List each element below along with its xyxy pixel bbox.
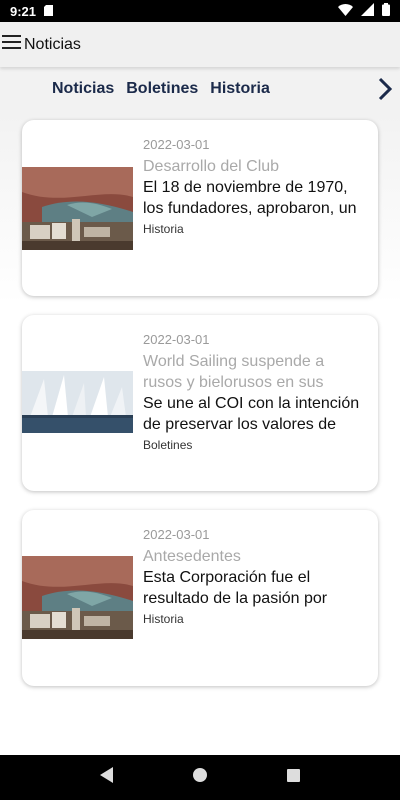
tab-noticias[interactable]: Noticias bbox=[52, 80, 114, 98]
news-title: Antesedentes bbox=[143, 548, 241, 565]
news-excerpt: resultado de la pasión por bbox=[143, 590, 328, 607]
news-list: 2022-03-01 Desarrollo del Club El 18 de … bbox=[0, 111, 400, 755]
tab-bar: Noticias Boletines Historia bbox=[0, 67, 400, 111]
news-category: Historia bbox=[143, 612, 184, 626]
news-excerpt: los fundadores, aprobaron, un bbox=[143, 200, 357, 217]
news-title: rusos y bielorusos en sus bbox=[143, 374, 324, 391]
news-card[interactable]: 2022-03-01 Antesedentes Esta Corporación… bbox=[22, 510, 378, 686]
news-excerpt: El 18 de noviembre de 1970, bbox=[143, 179, 348, 196]
tab-historia[interactable]: Historia bbox=[210, 80, 270, 98]
status-time: 9:21 bbox=[10, 3, 37, 19]
chevron-right-icon[interactable] bbox=[376, 76, 394, 107]
news-thumbnail bbox=[22, 167, 133, 250]
app-bar: Noticias bbox=[0, 22, 400, 67]
news-category: Historia bbox=[143, 222, 184, 236]
news-card-text: 2022-03-01 World Sailing suspende a ruso… bbox=[143, 331, 364, 454]
news-date: 2022-03-01 bbox=[143, 137, 210, 152]
news-date: 2022-03-01 bbox=[143, 332, 210, 347]
news-title: World Sailing suspende a bbox=[143, 353, 325, 370]
news-thumbnail bbox=[22, 371, 133, 433]
news-excerpt: Se une al COI con la intención bbox=[143, 395, 360, 412]
news-excerpt: de preservar los valores de bbox=[143, 416, 336, 433]
news-title: Desarrollo del Club bbox=[143, 158, 280, 175]
recents-icon[interactable] bbox=[287, 768, 301, 787]
status-bar: 9:21 bbox=[0, 0, 400, 22]
page-title: Noticias bbox=[24, 35, 81, 53]
news-date: 2022-03-01 bbox=[143, 527, 210, 542]
news-card-text: 2022-03-01 Antesedentes Esta Corporación… bbox=[143, 526, 364, 628]
news-excerpt: Esta Corporación fue el bbox=[143, 569, 311, 586]
signal-icon bbox=[361, 3, 374, 19]
news-card-text: 2022-03-01 Desarrollo del Club El 18 de … bbox=[143, 136, 364, 238]
battery-icon bbox=[382, 3, 390, 19]
news-thumbnail bbox=[22, 556, 133, 639]
back-icon[interactable] bbox=[99, 767, 114, 788]
home-icon[interactable] bbox=[193, 768, 208, 787]
news-card[interactable]: 2022-03-01 Desarrollo del Club El 18 de … bbox=[22, 120, 378, 296]
wifi-icon bbox=[338, 3, 353, 19]
sd-card-icon bbox=[44, 4, 54, 19]
news-category: Boletines bbox=[143, 438, 193, 452]
system-nav-bar bbox=[0, 755, 400, 800]
tab-boletines[interactable]: Boletines bbox=[126, 80, 198, 98]
news-card[interactable]: 2022-03-01 World Sailing suspende a ruso… bbox=[22, 315, 378, 491]
menu-icon[interactable] bbox=[2, 34, 22, 55]
